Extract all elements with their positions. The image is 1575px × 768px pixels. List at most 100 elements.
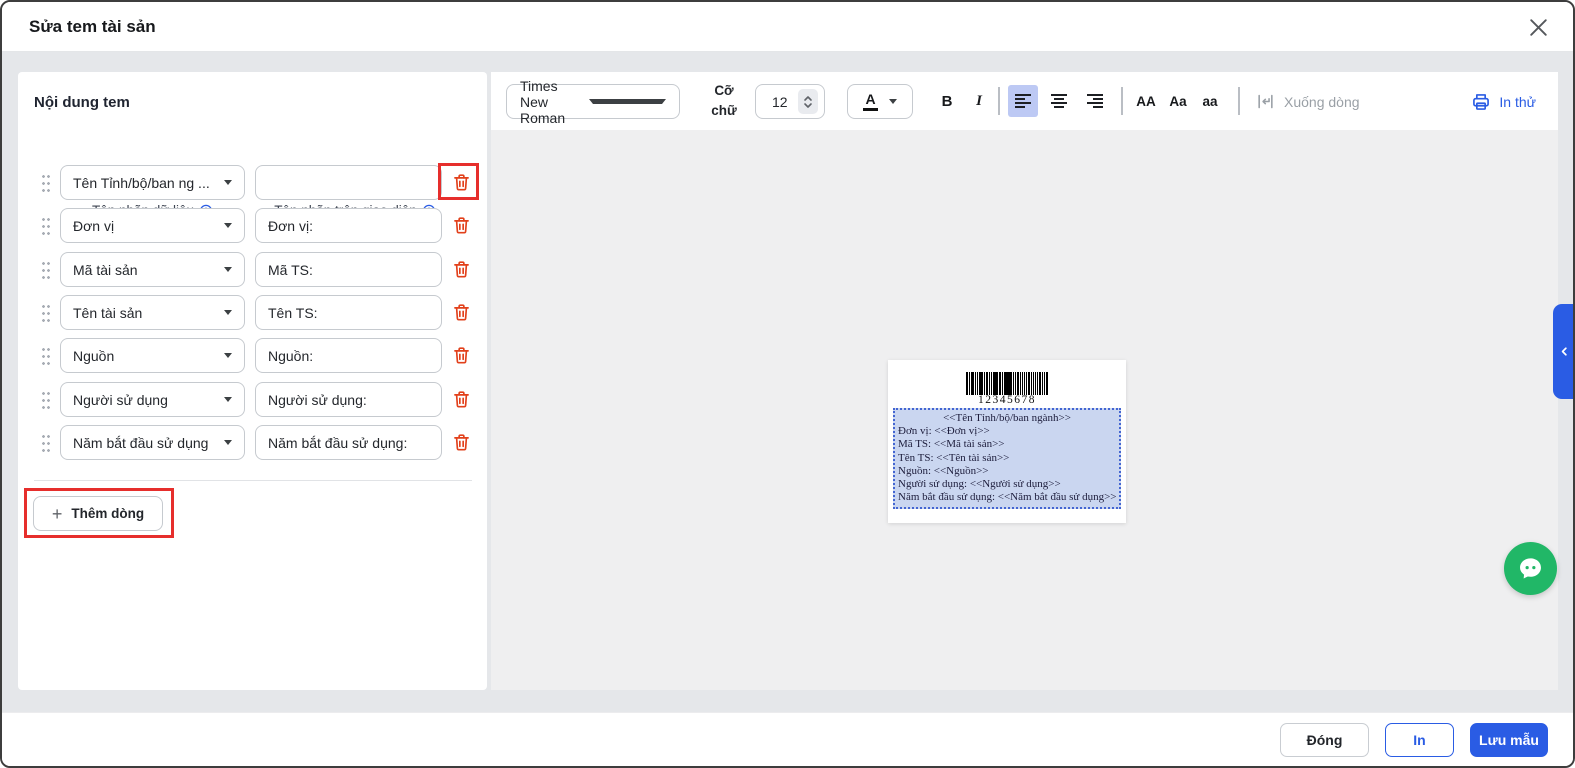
data-label-select-value: Người sử dụng bbox=[73, 392, 224, 408]
test-print-button[interactable]: In thử bbox=[1471, 84, 1536, 119]
data-label-select[interactable]: Tên tài sản bbox=[60, 295, 245, 330]
save-template-button[interactable]: Lưu mẫu bbox=[1470, 723, 1548, 757]
font-size-stepper[interactable]: 12 bbox=[755, 84, 825, 119]
trash-icon bbox=[451, 432, 472, 453]
chevron-down-icon bbox=[224, 223, 232, 228]
preview-line: Tên TS: <<Tên tài sản>> bbox=[898, 452, 1116, 465]
data-label-select[interactable]: Nguồn bbox=[60, 338, 245, 373]
font-color-label: A bbox=[863, 92, 877, 111]
align-center-button[interactable] bbox=[1044, 85, 1074, 117]
format-toolbar: Times New Roman Cỡ chữ 12 A B I AA Aa bbox=[491, 72, 1558, 130]
display-label-input[interactable] bbox=[255, 338, 442, 373]
data-label-select[interactable]: Mã tài sản bbox=[60, 252, 245, 287]
line-break-label: Xuống dòng bbox=[1284, 94, 1360, 110]
toolbar-separator bbox=[1238, 87, 1240, 115]
chat-bubble-icon bbox=[1515, 553, 1546, 584]
chevron-down-icon bbox=[589, 99, 666, 104]
preview-line: <<Tên Tỉnh/bộ/ban ngành>> bbox=[898, 412, 1116, 425]
uppercase-button[interactable]: AA bbox=[1131, 86, 1161, 116]
delete-row-button[interactable] bbox=[450, 432, 472, 454]
delete-row-button[interactable] bbox=[450, 302, 472, 324]
data-label-select-value: Mã tài sản bbox=[73, 262, 224, 278]
font-size-value: 12 bbox=[772, 94, 798, 110]
drag-handle-icon[interactable] bbox=[41, 346, 51, 366]
chevron-down-icon bbox=[889, 99, 897, 104]
label-row: Tên Tỉnh/bộ/ban ng ... bbox=[18, 165, 487, 200]
delete-row-button[interactable] bbox=[450, 259, 472, 281]
data-label-select[interactable]: Đơn vị bbox=[60, 208, 245, 243]
chevron-down-icon bbox=[224, 440, 232, 445]
drag-handle-icon[interactable] bbox=[41, 173, 51, 193]
drag-handle-icon[interactable] bbox=[41, 216, 51, 236]
chevron-down-icon bbox=[224, 353, 232, 358]
drag-handle-icon[interactable] bbox=[41, 260, 51, 280]
preview-line: Năm bắt đầu sử dụng: <<Năm bắt đầu sử dụ… bbox=[898, 491, 1116, 504]
delete-row-button[interactable] bbox=[450, 215, 472, 237]
bold-button[interactable]: B bbox=[935, 86, 959, 116]
drag-handle-icon[interactable] bbox=[41, 433, 51, 453]
lowercase-button[interactable]: aa bbox=[1195, 86, 1225, 116]
delete-row-button[interactable] bbox=[450, 172, 472, 194]
label-row: Tên tài sản bbox=[18, 295, 487, 330]
add-row-label: Thêm dòng bbox=[71, 506, 144, 521]
display-label-input[interactable] bbox=[255, 425, 442, 460]
chat-support-button[interactable] bbox=[1504, 542, 1557, 595]
label-text-block[interactable]: <<Tên Tỉnh/bộ/ban ngành>> Đơn vị: <<Đơn … bbox=[893, 408, 1121, 509]
delete-row-button[interactable] bbox=[450, 389, 472, 411]
chevron-up-down-icon bbox=[803, 94, 813, 110]
toolbar-separator bbox=[998, 87, 1000, 115]
display-label-input[interactable] bbox=[255, 295, 442, 330]
label-preview-card[interactable]: 12345678 <<Tên Tỉnh/bộ/ban ngành>> Đơn v… bbox=[888, 360, 1126, 523]
label-row: Đơn vị bbox=[18, 208, 487, 243]
data-label-select[interactable]: Năm bắt đầu sử dụng bbox=[60, 425, 245, 460]
align-right-button[interactable] bbox=[1080, 85, 1110, 117]
panel-heading: Nội dung tem bbox=[34, 94, 130, 111]
label-row: Mã tài sản bbox=[18, 252, 487, 287]
divider bbox=[34, 480, 472, 481]
preview-line: Mã TS: <<Mã tài sản>> bbox=[898, 438, 1116, 451]
data-label-select[interactable]: Tên Tỉnh/bộ/ban ng ... bbox=[60, 165, 245, 200]
toolbar-separator bbox=[1121, 87, 1123, 115]
align-left-button[interactable] bbox=[1008, 85, 1038, 117]
data-label-select-value: Tên tài sản bbox=[73, 305, 224, 321]
line-break-icon bbox=[1256, 92, 1275, 111]
align-center-icon bbox=[1050, 93, 1068, 109]
chevron-down-icon bbox=[224, 397, 232, 402]
collapse-panel-tab[interactable] bbox=[1553, 304, 1575, 399]
close-button[interactable]: Đóng bbox=[1280, 723, 1369, 757]
dialog-footer: Đóng In Lưu mẫu bbox=[2, 712, 1573, 766]
print-button[interactable]: In bbox=[1385, 723, 1454, 757]
chevron-down-icon bbox=[224, 310, 232, 315]
data-label-select-value: Năm bắt đầu sử dụng bbox=[73, 435, 224, 451]
printer-icon bbox=[1471, 92, 1491, 112]
add-row-button[interactable]: + Thêm dòng bbox=[33, 496, 163, 531]
trash-icon bbox=[451, 215, 472, 236]
italic-button[interactable]: I bbox=[967, 86, 991, 116]
display-label-input[interactable] bbox=[255, 252, 442, 287]
trash-icon bbox=[451, 172, 472, 193]
align-left-icon bbox=[1014, 93, 1032, 109]
display-label-input[interactable] bbox=[255, 165, 442, 200]
data-label-select[interactable]: Người sử dụng bbox=[60, 382, 245, 417]
chevron-down-icon bbox=[224, 180, 232, 185]
data-label-select-value: Tên Tỉnh/bộ/ban ng ... bbox=[73, 175, 224, 191]
display-label-input[interactable] bbox=[255, 208, 442, 243]
delete-row-button[interactable] bbox=[450, 345, 472, 367]
align-right-icon bbox=[1086, 93, 1104, 109]
capitalize-button[interactable]: Aa bbox=[1163, 86, 1193, 116]
label-row: Nguồn bbox=[18, 338, 487, 373]
drag-handle-icon[interactable] bbox=[41, 303, 51, 323]
preview-line: Người sử dụng: <<Người sử dụng>> bbox=[898, 478, 1116, 491]
data-label-select-value: Đơn vị bbox=[73, 218, 224, 234]
dialog-title: Sửa tem tài sản bbox=[29, 2, 156, 52]
display-label-input[interactable] bbox=[255, 382, 442, 417]
close-dialog-button[interactable] bbox=[1525, 15, 1551, 41]
font-family-value: Times New Roman bbox=[520, 78, 589, 126]
line-break-control[interactable]: Xuống dòng bbox=[1256, 84, 1360, 119]
font-family-select[interactable]: Times New Roman bbox=[506, 84, 680, 119]
edit-asset-tag-dialog: Sửa tem tài sản Nội dung tem Tên nhãn dữ… bbox=[0, 0, 1575, 768]
stepper-arrows[interactable] bbox=[798, 89, 818, 114]
drag-handle-icon[interactable] bbox=[41, 390, 51, 410]
font-color-button[interactable]: A bbox=[847, 84, 913, 119]
trash-icon bbox=[451, 259, 472, 280]
